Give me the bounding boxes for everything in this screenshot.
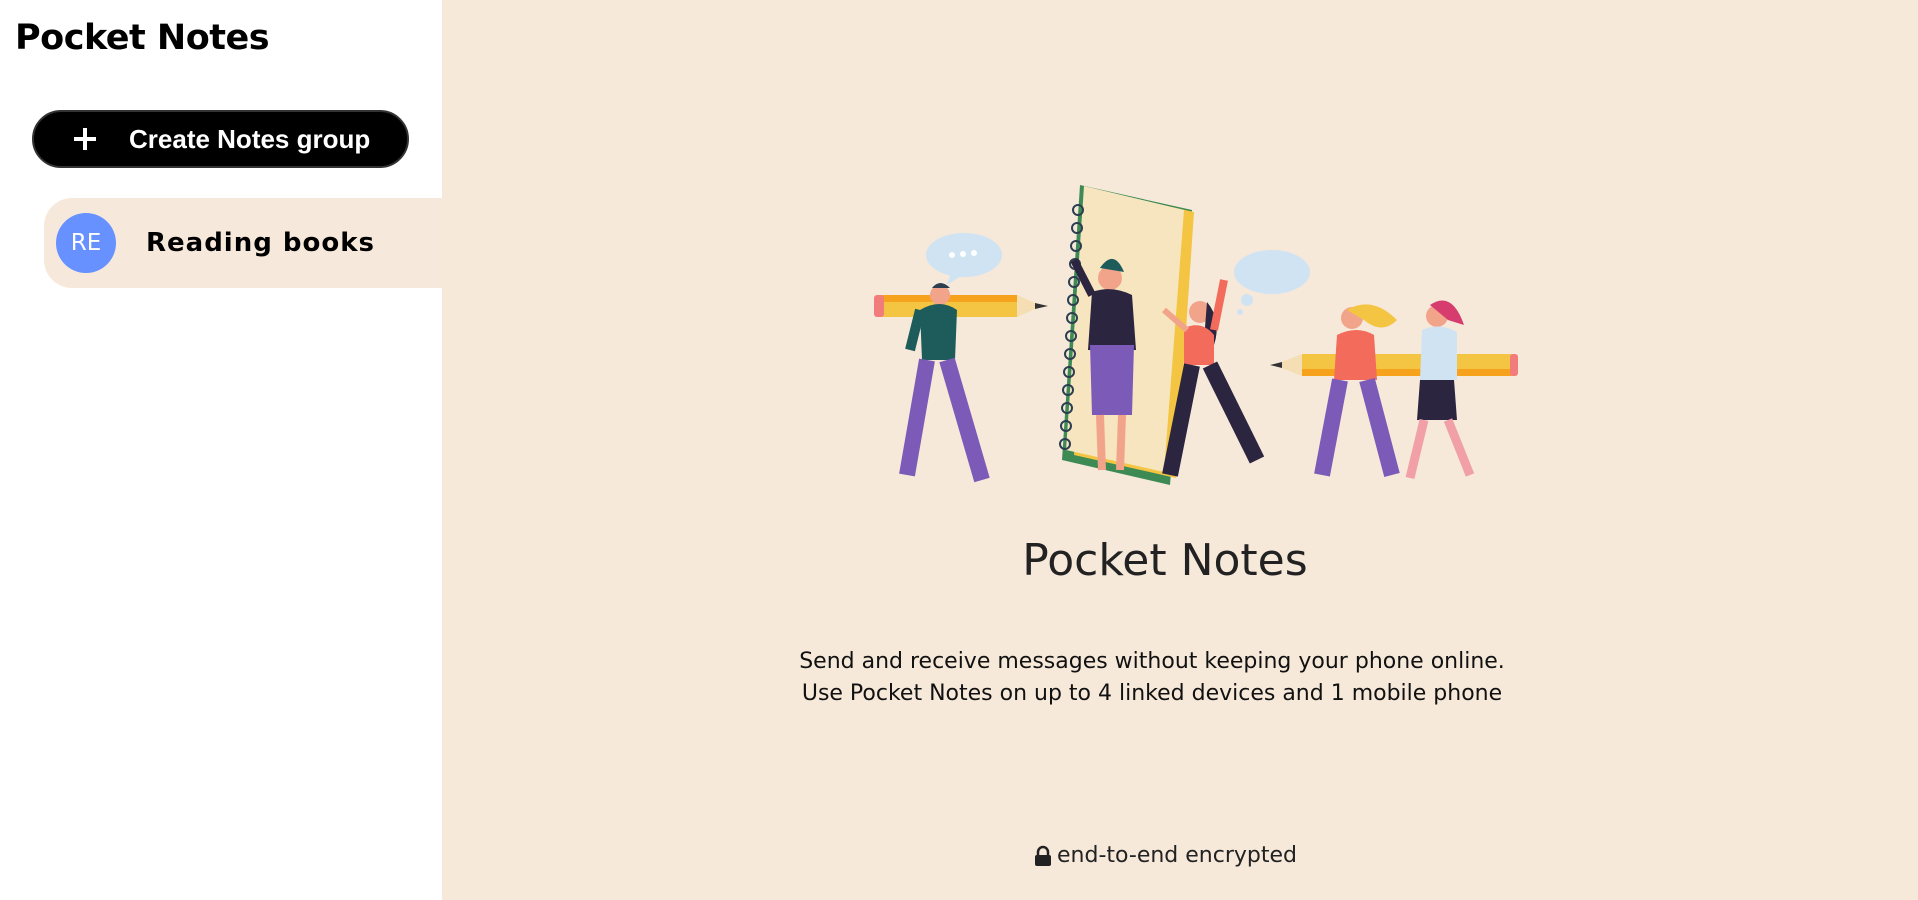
encryption-label: end-to-end encrypted [1057,843,1297,868]
plus-icon [74,128,96,150]
group-name: Reading books [146,228,375,258]
encryption-notice: end-to-end encrypted [412,843,1918,868]
lock-icon [1035,845,1051,866]
sidebar-title: Pocket Notes [15,18,270,58]
create-notes-group-label: Create Notes group [129,123,371,154]
speech-bubble-right [1234,250,1310,294]
pencil-right [1270,354,1518,376]
group-avatar: RE [56,213,116,273]
app: Pocket Notes Create Notes group RE Readi… [0,0,1918,900]
main-description: Send and receive messages without keepin… [799,649,1505,706]
person-woman-right-1 [1314,304,1400,478]
create-notes-group-button[interactable]: Create Notes group [32,110,409,168]
sidebar: Pocket Notes Create Notes group RE Readi… [0,0,442,900]
main-panel: Pocket Notes Send and receive messages w… [442,0,1918,900]
pencil-left [874,295,1048,317]
people-with-pencils-and-notebook-illustration [874,185,1518,485]
main-title: Pocket Notes [1022,535,1308,586]
person-woman-right-2 [1405,300,1475,480]
group-item-reading-books[interactable]: RE Reading books [44,198,442,288]
